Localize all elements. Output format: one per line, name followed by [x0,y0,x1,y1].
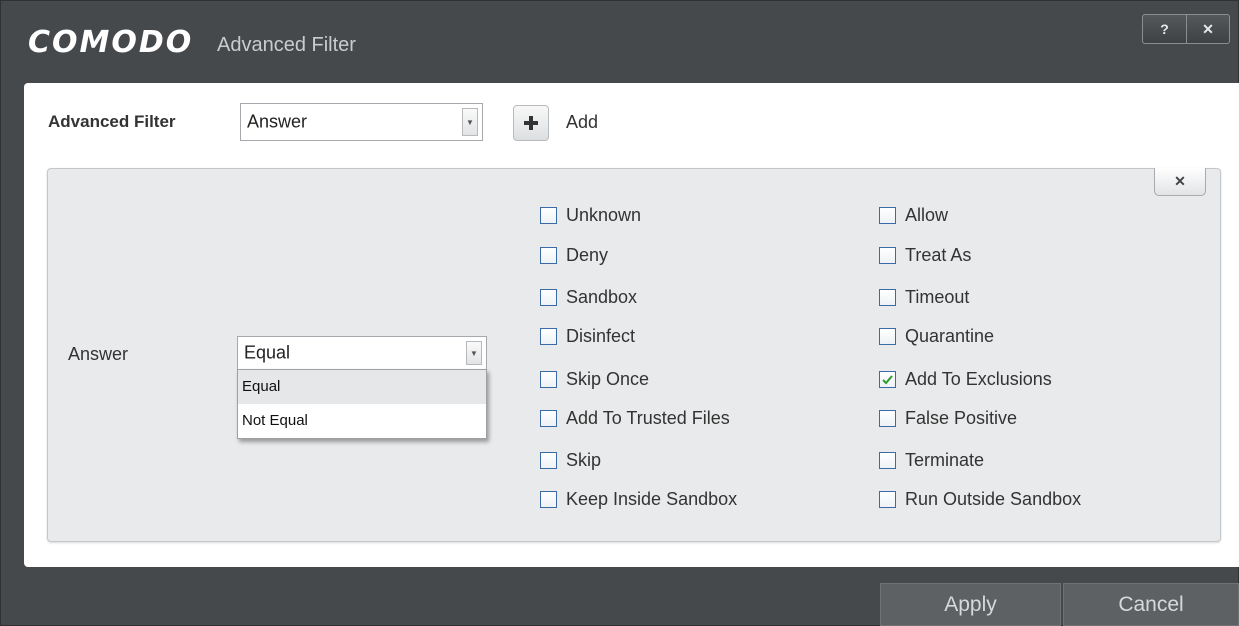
checkbox-box[interactable] [879,328,896,345]
checkbox-label: Add To Trusted Files [566,408,730,428]
checkbox-skip-once[interactable]: Skip Once [540,369,649,390]
checkbox-allow[interactable]: Allow [879,205,948,226]
operator-option-not-equal[interactable]: Not Equal [238,404,486,438]
apply-button[interactable]: Apply [880,583,1061,626]
window-title: Advanced Filter [217,34,356,56]
operator-dropdown-list: Equal Not Equal [237,369,487,439]
checkbox-box[interactable] [879,247,896,264]
checkbox-add-to-exclusions[interactable]: Add To Exclusions [879,369,1052,390]
checkbox-box[interactable] [879,207,896,224]
checkbox-box[interactable] [540,491,557,508]
title-bar: COMODO Advanced Filter ? ✕ [1,1,1239,81]
remove-condition-button[interactable]: ✕ [1154,168,1206,196]
checkbox-deny[interactable]: Deny [540,245,608,266]
checkbox-label: Treat As [905,245,972,265]
checkbox-label: Keep Inside Sandbox [566,489,738,509]
checkbox-sandbox[interactable]: Sandbox [540,287,637,308]
checkbox-keep-inside-sandbox[interactable]: Keep Inside Sandbox [540,489,737,510]
checkbox-box[interactable] [540,371,557,388]
operator-option-equal[interactable]: Equal [238,370,486,404]
plus-icon [524,116,538,130]
checkbox-label: Skip Once [566,369,650,389]
checkbox-box[interactable] [540,247,557,264]
checkbox-box[interactable] [879,410,896,427]
checkbox-label: False Positive [905,408,1018,428]
checkbox-label: Quarantine [905,326,995,346]
checkbox-label: Unknown [566,205,642,225]
checkbox-run-outside-sandbox[interactable]: Run Outside Sandbox [879,489,1081,510]
checkbox-box[interactable] [540,328,557,345]
checkbox-label: Skip [566,450,602,470]
checkbox-box[interactable] [879,289,896,306]
add-filter-label[interactable]: Add [566,112,598,133]
checkbox-label: Add To Exclusions [905,369,1052,389]
checkbox-terminate[interactable]: Terminate [879,450,984,471]
checkbox-skip[interactable]: Skip [540,450,601,471]
help-button[interactable]: ? [1143,15,1186,43]
checkbox-label: Sandbox [566,287,638,307]
checkbox-box[interactable] [540,452,557,469]
checkbox-label: Terminate [905,450,985,470]
close-window-button[interactable]: ✕ [1185,15,1229,43]
checkbox-box[interactable] [540,207,557,224]
checkbox-add-to-trusted-files[interactable]: Add To Trusted Files [540,408,730,429]
answer-label: Answer [68,344,129,364]
checkbox-label: Run Outside Sandbox [905,489,1082,509]
window-controls: ? ✕ [1142,14,1230,44]
checkbox-unknown[interactable]: Unknown [540,205,641,226]
filter-type-select[interactable]: Answer ▼ [240,103,483,141]
checkbox-box[interactable] [879,491,896,508]
checkbox-label: Timeout [905,287,970,307]
operator-select[interactable]: Equal ▼ [237,336,487,370]
checkbox-label: Allow [905,205,949,225]
advanced-filter-label: Advanced Filter [48,112,176,131]
checkbox-disinfect[interactable]: Disinfect [540,326,635,347]
chevron-down-icon[interactable]: ▼ [466,341,482,365]
checkbox-label: Disinfect [566,326,636,346]
checkbox-box[interactable] [540,410,557,427]
add-filter-button[interactable] [513,105,549,141]
chevron-down-icon[interactable]: ▼ [462,108,478,136]
checkbox-false-positive[interactable]: False Positive [879,408,1017,429]
checkbox-box[interactable] [879,371,896,388]
operator-value: Equal [244,342,291,363]
cancel-button[interactable]: Cancel [1063,583,1239,626]
checkbox-label: Deny [566,245,609,265]
checkbox-box[interactable] [879,452,896,469]
check-icon [882,375,893,385]
checkbox-treat-as[interactable]: Treat As [879,245,971,266]
comodo-logo: COMODO [28,25,194,60]
checkbox-box[interactable] [540,289,557,306]
checkbox-timeout[interactable]: Timeout [879,287,969,308]
filter-type-value: Answer [247,111,308,132]
checkbox-quarantine[interactable]: Quarantine [879,326,994,347]
